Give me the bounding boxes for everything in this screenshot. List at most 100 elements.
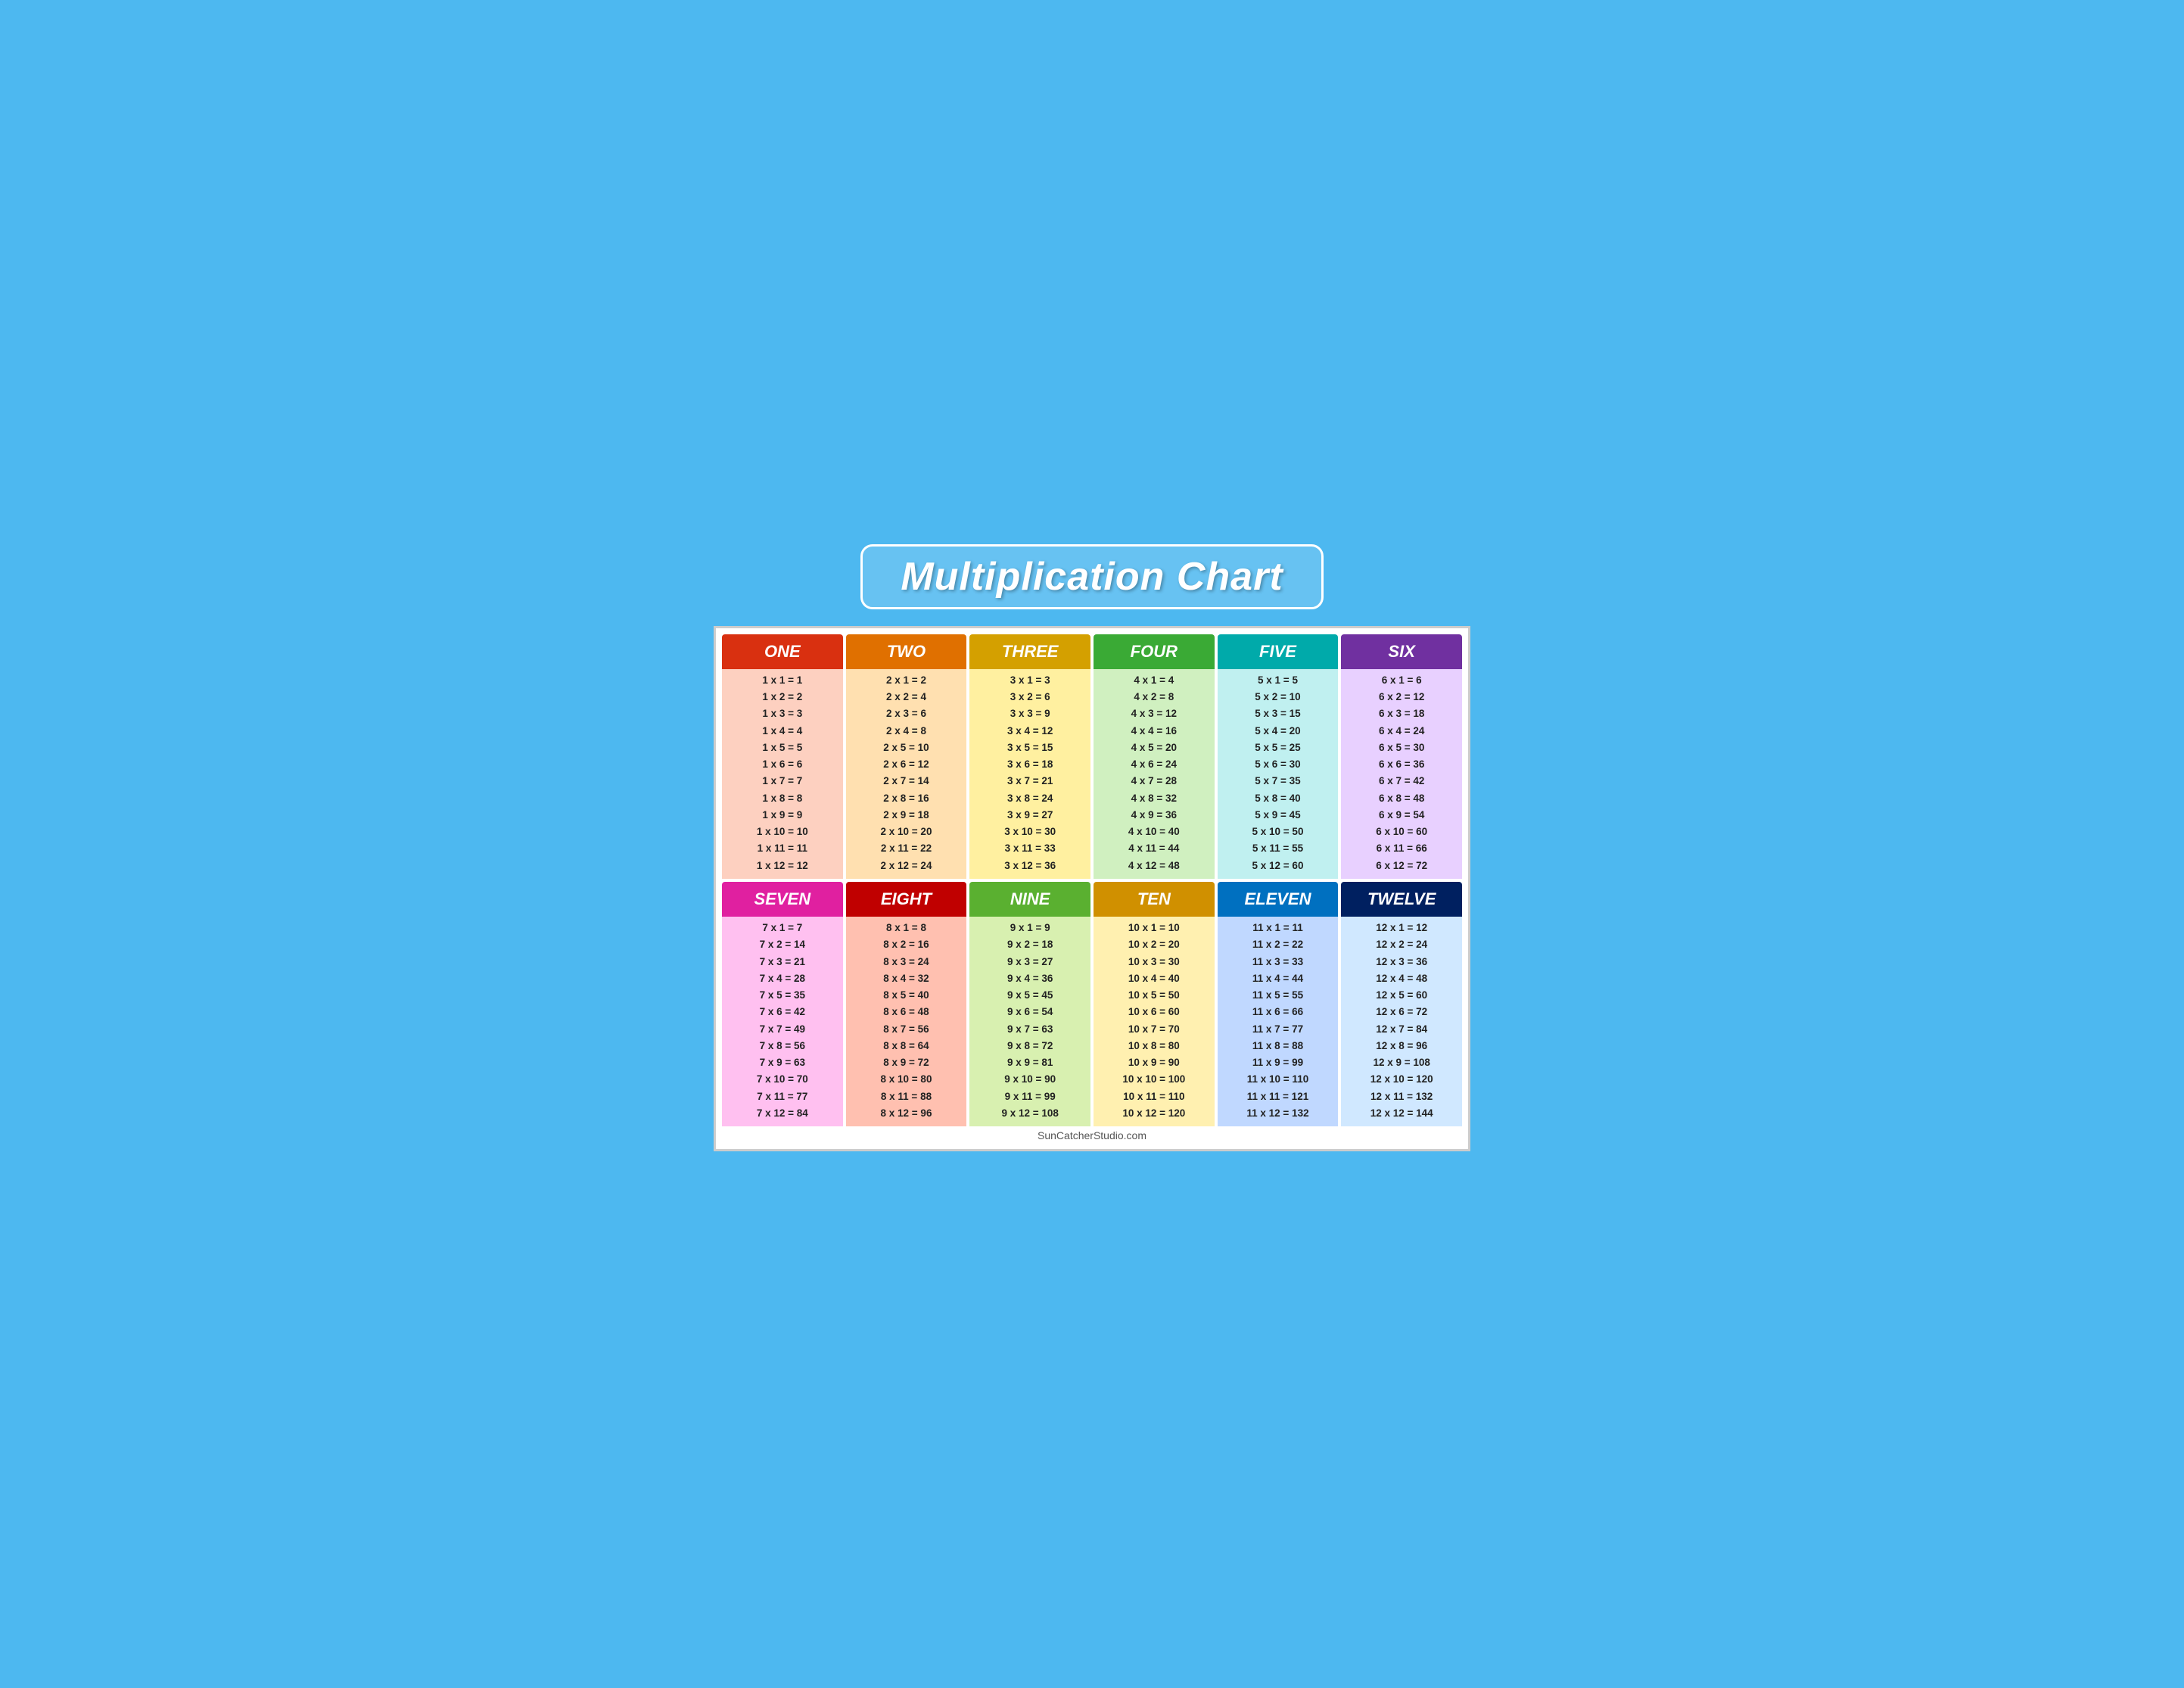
row-eight-12: 8 x 12 = 96 [851, 1105, 963, 1122]
row-eight-2: 8 x 2 = 16 [851, 936, 963, 953]
row-four-6: 4 x 6 = 24 [1098, 756, 1210, 773]
row-four-7: 4 x 7 = 28 [1098, 773, 1210, 789]
header-four: FOUR [1094, 634, 1215, 669]
title-container: Multiplication Chart [838, 537, 1346, 617]
row-eleven-6: 11 x 6 = 66 [1222, 1004, 1334, 1020]
body-one: 1 x 1 = 11 x 2 = 21 x 3 = 31 x 4 = 41 x … [722, 669, 843, 879]
row-seven-3: 7 x 3 = 21 [726, 954, 838, 970]
header-eleven: ELEVEN [1218, 882, 1339, 917]
row-six-11: 6 x 11 = 66 [1346, 840, 1458, 857]
column-six: SIX6 x 1 = 66 x 2 = 126 x 3 = 186 x 4 = … [1341, 634, 1462, 879]
row-eight-5: 8 x 5 = 40 [851, 987, 963, 1004]
row-twelve-5: 12 x 5 = 60 [1346, 987, 1458, 1004]
row-nine-8: 9 x 8 = 72 [974, 1038, 1086, 1054]
row-one-8: 1 x 8 = 8 [726, 790, 838, 807]
row-one-6: 1 x 6 = 6 [726, 756, 838, 773]
row-one-12: 1 x 12 = 12 [726, 858, 838, 874]
body-five: 5 x 1 = 55 x 2 = 105 x 3 = 155 x 4 = 205… [1218, 669, 1339, 879]
row-eleven-7: 11 x 7 = 77 [1222, 1021, 1334, 1038]
row-eleven-12: 11 x 12 = 132 [1222, 1105, 1334, 1122]
row-four-5: 4 x 5 = 20 [1098, 740, 1210, 756]
row-six-9: 6 x 9 = 54 [1346, 807, 1458, 824]
row-ten-9: 10 x 9 = 90 [1098, 1054, 1210, 1071]
header-seven: SEVEN [722, 882, 843, 917]
column-ten: TEN10 x 1 = 1010 x 2 = 2010 x 3 = 3010 x… [1094, 882, 1215, 1126]
body-six: 6 x 1 = 66 x 2 = 126 x 3 = 186 x 4 = 246… [1341, 669, 1462, 879]
row-nine-10: 9 x 10 = 90 [974, 1071, 1086, 1088]
row-five-10: 5 x 10 = 50 [1222, 824, 1334, 840]
row-three-2: 3 x 2 = 6 [974, 689, 1086, 705]
row-eleven-10: 11 x 10 = 110 [1222, 1071, 1334, 1088]
row-two-7: 2 x 7 = 14 [851, 773, 963, 789]
row-six-5: 6 x 5 = 30 [1346, 740, 1458, 756]
chart-container: ONE1 x 1 = 11 x 2 = 21 x 3 = 31 x 4 = 41… [714, 626, 1470, 1151]
row-three-11: 3 x 11 = 33 [974, 840, 1086, 857]
row-four-9: 4 x 9 = 36 [1098, 807, 1210, 824]
row-nine-9: 9 x 9 = 81 [974, 1054, 1086, 1071]
row-nine-1: 9 x 1 = 9 [974, 920, 1086, 936]
body-two: 2 x 1 = 22 x 2 = 42 x 3 = 62 x 4 = 82 x … [846, 669, 967, 879]
row-ten-8: 10 x 8 = 80 [1098, 1038, 1210, 1054]
row-eight-9: 8 x 9 = 72 [851, 1054, 963, 1071]
row-ten-2: 10 x 2 = 20 [1098, 936, 1210, 953]
row-seven-2: 7 x 2 = 14 [726, 936, 838, 953]
row-five-8: 5 x 8 = 40 [1222, 790, 1334, 807]
row-two-1: 2 x 1 = 2 [851, 672, 963, 689]
row-twelve-10: 12 x 10 = 120 [1346, 1071, 1458, 1088]
row-seven-5: 7 x 5 = 35 [726, 987, 838, 1004]
row-one-3: 1 x 3 = 3 [726, 705, 838, 722]
row-seven-4: 7 x 4 = 28 [726, 970, 838, 987]
row-twelve-9: 12 x 9 = 108 [1346, 1054, 1458, 1071]
row-one-2: 1 x 2 = 2 [726, 689, 838, 705]
row-three-3: 3 x 3 = 9 [974, 705, 1086, 722]
row-three-4: 3 x 4 = 12 [974, 723, 1086, 740]
row-seven-6: 7 x 6 = 42 [726, 1004, 838, 1020]
row-ten-6: 10 x 6 = 60 [1098, 1004, 1210, 1020]
row-twelve-12: 12 x 12 = 144 [1346, 1105, 1458, 1122]
body-three: 3 x 1 = 33 x 2 = 63 x 3 = 93 x 4 = 123 x… [969, 669, 1090, 879]
row-two-3: 2 x 3 = 6 [851, 705, 963, 722]
body-nine: 9 x 1 = 99 x 2 = 189 x 3 = 279 x 4 = 369… [969, 917, 1090, 1126]
row-six-7: 6 x 7 = 42 [1346, 773, 1458, 789]
column-five: FIVE5 x 1 = 55 x 2 = 105 x 3 = 155 x 4 =… [1218, 634, 1339, 879]
row-eight-8: 8 x 8 = 64 [851, 1038, 963, 1054]
row-three-8: 3 x 8 = 24 [974, 790, 1086, 807]
row-six-8: 6 x 8 = 48 [1346, 790, 1458, 807]
row-ten-3: 10 x 3 = 30 [1098, 954, 1210, 970]
row-four-10: 4 x 10 = 40 [1098, 824, 1210, 840]
header-five: FIVE [1218, 634, 1339, 669]
row-one-10: 1 x 10 = 10 [726, 824, 838, 840]
column-two: TWO2 x 1 = 22 x 2 = 42 x 3 = 62 x 4 = 82… [846, 634, 967, 879]
row-five-11: 5 x 11 = 55 [1222, 840, 1334, 857]
row-seven-7: 7 x 7 = 49 [726, 1021, 838, 1038]
row-ten-5: 10 x 5 = 50 [1098, 987, 1210, 1004]
row-twelve-6: 12 x 6 = 72 [1346, 1004, 1458, 1020]
row-one-9: 1 x 9 = 9 [726, 807, 838, 824]
row-nine-2: 9 x 2 = 18 [974, 936, 1086, 953]
row-twelve-2: 12 x 2 = 24 [1346, 936, 1458, 953]
body-twelve: 12 x 1 = 1212 x 2 = 2412 x 3 = 3612 x 4 … [1341, 917, 1462, 1126]
body-four: 4 x 1 = 44 x 2 = 84 x 3 = 124 x 4 = 164 … [1094, 669, 1215, 879]
column-one: ONE1 x 1 = 11 x 2 = 21 x 3 = 31 x 4 = 41… [722, 634, 843, 879]
row-seven-12: 7 x 12 = 84 [726, 1105, 838, 1122]
row-eight-4: 8 x 4 = 32 [851, 970, 963, 987]
row-eleven-3: 11 x 3 = 33 [1222, 954, 1334, 970]
row-nine-7: 9 x 7 = 63 [974, 1021, 1086, 1038]
row-two-4: 2 x 4 = 8 [851, 723, 963, 740]
row-three-10: 3 x 10 = 30 [974, 824, 1086, 840]
row-two-8: 2 x 8 = 16 [851, 790, 963, 807]
row-ten-12: 10 x 12 = 120 [1098, 1105, 1210, 1122]
row-four-8: 4 x 8 = 32 [1098, 790, 1210, 807]
row-eleven-11: 11 x 11 = 121 [1222, 1088, 1334, 1105]
column-eight: EIGHT8 x 1 = 88 x 2 = 168 x 3 = 248 x 4 … [846, 882, 967, 1126]
row-twelve-3: 12 x 3 = 36 [1346, 954, 1458, 970]
row-five-2: 5 x 2 = 10 [1222, 689, 1334, 705]
column-four: FOUR4 x 1 = 44 x 2 = 84 x 3 = 124 x 4 = … [1094, 634, 1215, 879]
column-seven: SEVEN 7 x 1 = 77 x 2 = 147 x 3 = 217 x 4 … [722, 882, 843, 1126]
row-seven-9: 7 x 9 = 63 [726, 1054, 838, 1071]
footer-text: SunCatcherStudio.com [722, 1126, 1462, 1143]
column-nine: NINE9 x 1 = 99 x 2 = 189 x 3 = 279 x 4 =… [969, 882, 1090, 1126]
header-six: SIX [1341, 634, 1462, 669]
row-three-6: 3 x 6 = 18 [974, 756, 1086, 773]
row-seven-1: 7 x 1 = 7 [726, 920, 838, 936]
